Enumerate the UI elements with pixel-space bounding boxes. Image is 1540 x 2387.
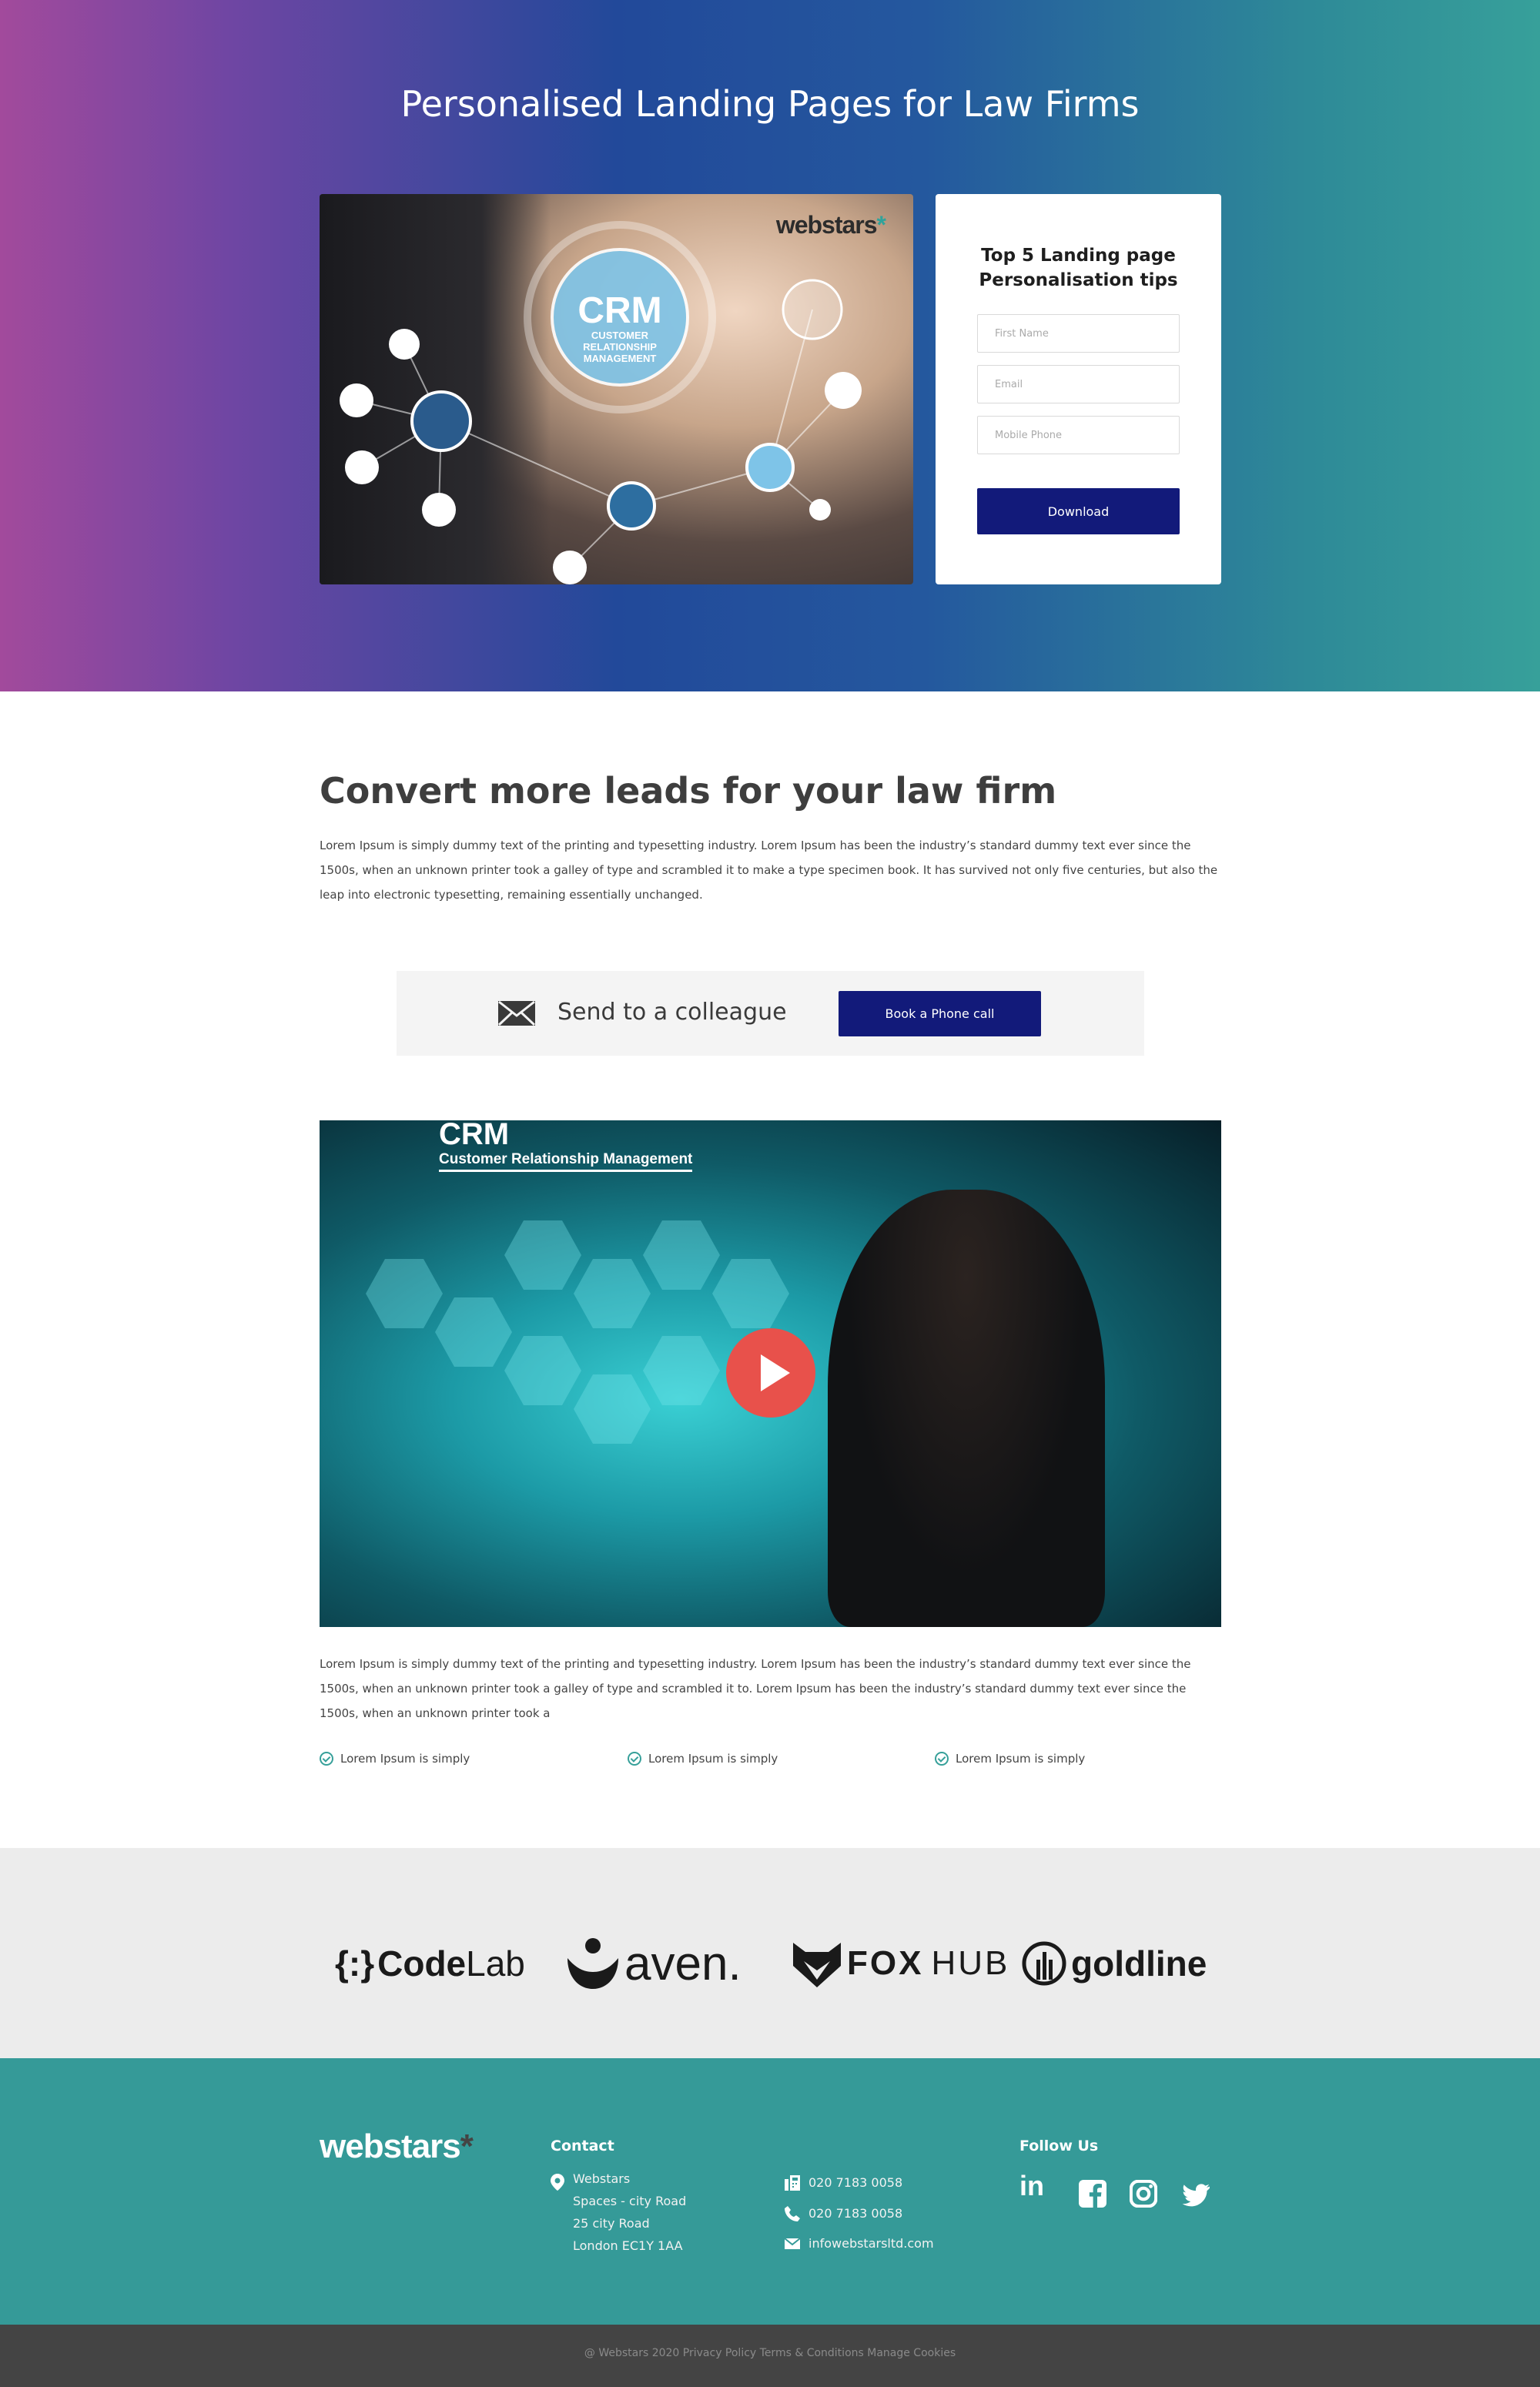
intro-paragraph: Lorem Ipsum is simply dummy text of the … <box>320 839 1218 902</box>
video-hex-shape <box>574 1374 651 1444</box>
phone-number[interactable]: 020 7183 0058 <box>808 2202 902 2225</box>
video-hex-shape <box>574 1259 651 1328</box>
play-icon[interactable] <box>726 1328 815 1418</box>
fox-mark-icon <box>793 1943 841 1987</box>
crm-network-graphic <box>340 221 862 584</box>
hero-brand-text: webstars <box>775 211 878 239</box>
video-hex-shape <box>435 1297 512 1367</box>
fax-icon <box>785 2175 800 2191</box>
video-crm-title: CRM <box>439 1120 510 1151</box>
footer: webstars* Contact Webstars Spaces - city… <box>0 2058 1540 2325</box>
twitter-icon[interactable] <box>1182 2181 1210 2209</box>
crm-line1: CUSTOMER <box>591 330 649 341</box>
check-item: Lorem Ipsum is simply <box>320 1748 470 1769</box>
video-description: Lorem Ipsum is simply dummy text of the … <box>320 1657 1191 1720</box>
crm-line2: RELATIONSHIP <box>583 341 657 353</box>
video-hex-shape <box>712 1259 789 1328</box>
fox-wordmark-bold: FOX <box>847 1944 924 1982</box>
codelab-bold: Code <box>377 1943 467 1984</box>
crm-text: CRM <box>578 290 662 331</box>
video-player[interactable]: CRM Customer Relationship Management <box>320 1120 1221 1627</box>
check-item-label: Lorem Ipsum is simply <box>648 1752 778 1766</box>
footer-brand-asterisk: * <box>460 2128 474 2165</box>
email-address[interactable]: infowebstarsltd.com <box>808 2232 934 2255</box>
address-line: Webstars <box>573 2171 631 2186</box>
hero-brand-asterisk: * <box>876 211 886 239</box>
hero-title: Personalised Landing Pages for Law Firms <box>400 83 1140 125</box>
address-line: Spaces - city Road <box>573 2194 687 2208</box>
video-hex-shape <box>643 1336 720 1405</box>
form-title: Top 5 Landing page Personalisation tips <box>979 246 1178 290</box>
first-name-field[interactable] <box>977 314 1180 353</box>
codelab-logo: {:} Code Lab <box>335 1937 525 1990</box>
mobile-phone-field[interactable] <box>977 416 1180 454</box>
location-pin-icon <box>551 2174 564 2191</box>
share-bar: Send to a colleague Book a Phone call <box>397 971 1144 1056</box>
hero-crm-image: CRM CUSTOMER RELATIONSHIP MANAGEMENT web… <box>320 194 913 584</box>
aven-mark-icon <box>567 1938 618 1989</box>
copyright-links[interactable]: @ Webstars 2020 Privacy Policy Terms & C… <box>0 2347 1540 2359</box>
facebook-icon[interactable] <box>1079 2180 1106 2208</box>
video-hex-shape <box>504 1220 581 1290</box>
check-circle-icon <box>320 1752 333 1766</box>
footer-brand-text: webstars <box>320 2128 461 2165</box>
goldline-wordmark: goldline <box>1071 1943 1207 1984</box>
fox-wordmark-thin: HUB <box>931 1944 1010 1982</box>
goldline-mark-icon <box>1022 1941 1066 1986</box>
linkedin-icon[interactable]: in <box>1018 2172 1046 2200</box>
crm-line3: MANAGEMENT <box>583 353 657 364</box>
video-hex-shape <box>643 1220 720 1290</box>
fax-number[interactable]: 020 7183 0058 <box>808 2171 902 2194</box>
check-circle-icon <box>935 1752 949 1766</box>
follow-us-heading: Follow Us <box>1019 2138 1099 2154</box>
address-line: London EC1Y 1AA <box>573 2238 683 2253</box>
goldline-logo: goldline <box>1022 1937 1207 1990</box>
video-hex-shape <box>366 1259 443 1328</box>
download-form-card: Top 5 Landing page Personalisation tips … <box>936 194 1221 584</box>
send-to-colleague-link[interactable]: Send to a colleague <box>557 999 787 1026</box>
address-line: 25 city Road <box>573 2216 650 2231</box>
check-item: Lorem Ipsum is simply <box>628 1748 778 1769</box>
hero-section: Personalised Landing Pages for Law Firms <box>0 0 1540 691</box>
video-crm-subtitle: Customer Relationship Management <box>439 1151 693 1172</box>
book-phone-call-button[interactable]: Book a Phone call <box>839 991 1041 1036</box>
phone-icon <box>785 2206 800 2221</box>
aven-logo: aven. <box>566 1937 742 1990</box>
download-button[interactable]: Download <box>977 488 1180 534</box>
footer-address: Webstars Spaces - city Road 25 city Road… <box>573 2168 686 2257</box>
mail-icon <box>785 2238 800 2249</box>
check-item: Lorem Ipsum is simply <box>935 1748 1085 1769</box>
codelab-brace: {:} <box>335 1943 375 1984</box>
video-hex-shape <box>504 1336 581 1405</box>
check-item-label: Lorem Ipsum is simply <box>956 1752 1086 1766</box>
email-field[interactable] <box>977 365 1180 403</box>
bottom-bar: @ Webstars 2020 Privacy Policy Terms & C… <box>0 2325 1540 2387</box>
contact-heading: Contact <box>551 2138 614 2154</box>
footer-brand-logo[interactable]: webstars* <box>320 2128 474 2166</box>
check-circle-icon <box>628 1752 641 1766</box>
hero-image-crm-label: CRM CUSTOMER RELATIONSHIP MANAGEMENT <box>570 290 670 365</box>
hero-image-brand-logo: webstars* <box>776 211 886 239</box>
aven-wordmark: aven. <box>624 1937 742 1990</box>
instagram-icon[interactable] <box>1130 2180 1157 2208</box>
check-item-label: Lorem Ipsum is simply <box>340 1752 470 1766</box>
video-man-figure <box>828 1190 1105 1627</box>
envelope-icon[interactable] <box>498 1001 535 1026</box>
codelab-thin: Lab <box>466 1943 525 1984</box>
foxhub-logo: FOX HUB <box>793 1937 1009 1990</box>
client-logos-strip: {:} Code Lab aven. FOX HUB goldline <box>0 1848 1540 2058</box>
section-heading: Convert more leads for your law firm <box>320 770 1057 812</box>
